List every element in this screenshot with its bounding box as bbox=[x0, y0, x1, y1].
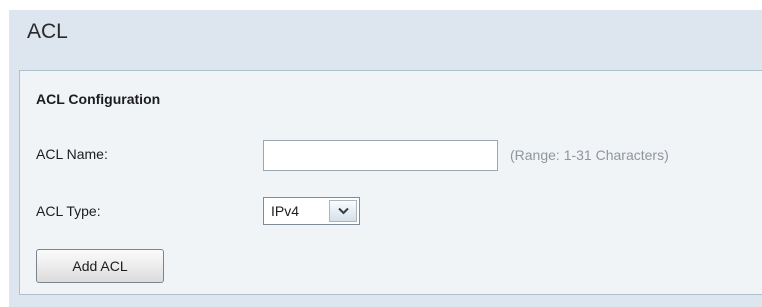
acl-configuration-panel: ACL Configuration ACL Name: (Range: 1-31… bbox=[19, 70, 762, 295]
acl-name-input[interactable] bbox=[263, 140, 498, 171]
acl-type-selected-value: IPv4 bbox=[271, 203, 300, 219]
add-acl-button[interactable]: Add ACL bbox=[36, 249, 164, 283]
acl-page: ACL ACL Configuration ACL Name: (Range: … bbox=[9, 10, 762, 307]
acl-name-label: ACL Name: bbox=[36, 146, 108, 162]
acl-type-label: ACL Type: bbox=[36, 203, 101, 219]
acl-type-select[interactable]: IPv4 bbox=[263, 197, 360, 225]
section-title: ACL Configuration bbox=[36, 91, 161, 107]
acl-name-range-hint: (Range: 1-31 Characters) bbox=[510, 147, 669, 163]
chevron-down-icon[interactable] bbox=[329, 200, 357, 222]
page-title: ACL bbox=[27, 20, 68, 43]
